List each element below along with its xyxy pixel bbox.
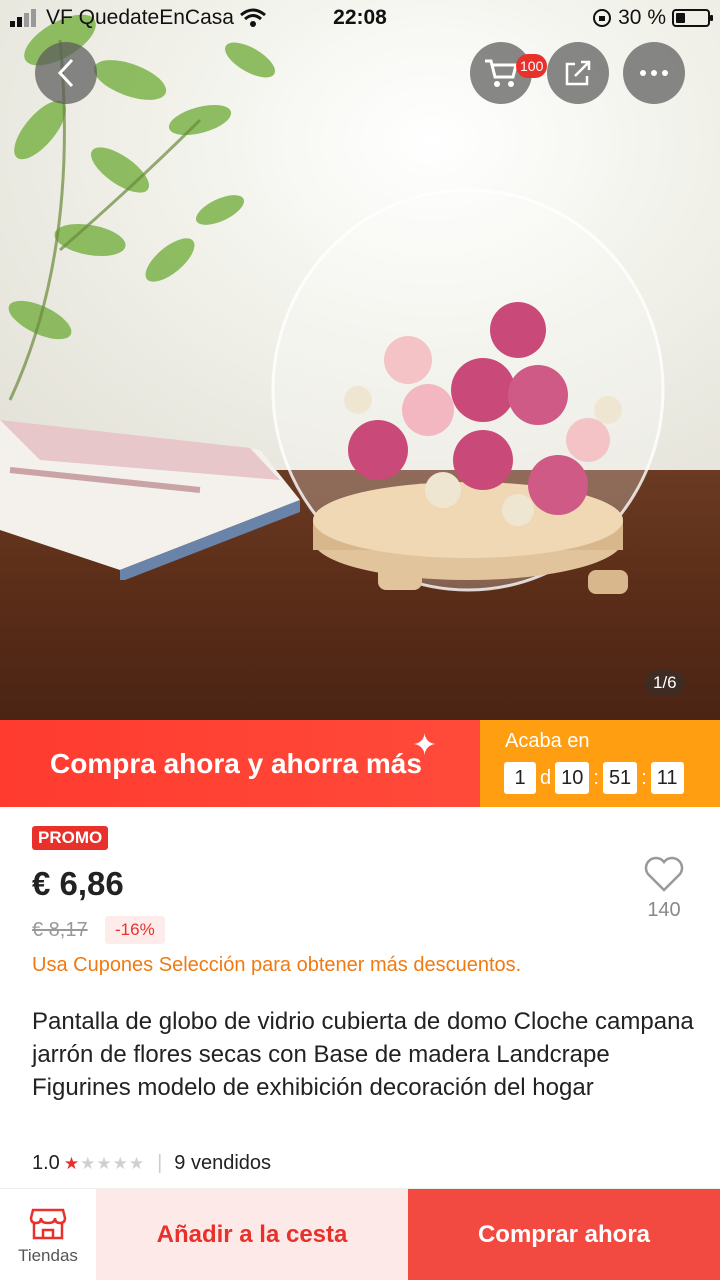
product-image-gallery[interactable] xyxy=(0,0,720,720)
product-title: Pantalla de globo de vidrio cubierta de … xyxy=(32,1008,694,1101)
countdown-day-unit: d xyxy=(540,766,552,789)
status-bar: VF QuedateEnCasa 22:08 30 % xyxy=(0,0,720,38)
star-icon: ★ xyxy=(128,1153,146,1173)
ends-label: Acaba en xyxy=(505,730,590,752)
rating-row[interactable]: 1.0 ★★★★★ | 9 vendidos xyxy=(32,1152,271,1175)
countdown-seconds: 11 xyxy=(650,762,684,794)
buy-now-button[interactable]: Comprar ahora xyxy=(408,1189,720,1280)
back-button[interactable] xyxy=(35,42,97,104)
chevron-left-icon xyxy=(57,58,74,88)
sparkle-icon: ✦ xyxy=(412,729,438,762)
countdown-separator: : xyxy=(593,766,599,789)
book-image xyxy=(0,420,300,580)
star-icon: ★ xyxy=(96,1153,113,1173)
sold-count: 9 vendidos xyxy=(174,1152,272,1174)
glass-dome-image xyxy=(271,188,665,594)
more-options-button[interactable] xyxy=(623,42,685,104)
original-price: € 8,17 xyxy=(32,919,88,941)
orientation-lock-icon xyxy=(593,9,612,27)
battery-percent: 30 % xyxy=(618,6,666,29)
promo-banner[interactable]: Compra ahora y ahorra más ✦ Acaba en 1 d… xyxy=(0,720,720,807)
coupon-link[interactable]: Usa Cupones Selección para obtener más d… xyxy=(32,954,521,977)
rating-value: 1.0 xyxy=(32,1152,60,1174)
add-to-cart-button[interactable]: Añadir a la cesta xyxy=(96,1189,408,1280)
countdown-panel: Acaba en 1 d 10 : 51 : 11 xyxy=(480,720,720,807)
more-dots-icon xyxy=(640,70,668,76)
star-icon: ★ xyxy=(63,1153,81,1173)
share-icon xyxy=(565,60,591,86)
countdown-minutes: 51 xyxy=(602,762,638,794)
stores-label: Tiendas xyxy=(18,1246,78,1265)
bottom-action-bar: Tiendas Añadir a la cesta Comprar ahora xyxy=(0,1188,720,1280)
countdown-separator: : xyxy=(641,766,647,789)
countdown-hours: 10 xyxy=(555,762,590,794)
countdown-timer: 1 d 10 : 51 : 11 xyxy=(504,762,684,794)
promo-tag: PROMO xyxy=(32,826,109,850)
battery-fill xyxy=(676,13,685,23)
heart-icon xyxy=(644,856,684,892)
star-icon: ★ xyxy=(112,1153,129,1173)
share-button[interactable] xyxy=(547,42,609,104)
promo-banner-text: Compra ahora y ahorra más xyxy=(50,747,422,779)
promo-banner-left: Compra ahora y ahorra más ✦ xyxy=(0,720,480,807)
current-price: € 6,86 xyxy=(32,865,124,902)
stores-button[interactable]: Tiendas xyxy=(0,1189,96,1280)
cart-count-badge: 100 xyxy=(516,54,548,78)
rating-stars: ★★★★★ xyxy=(64,1154,145,1174)
store-icon xyxy=(29,1208,67,1240)
star-icon: ★ xyxy=(80,1153,97,1173)
discount-badge: -16% xyxy=(105,916,165,944)
cart-icon xyxy=(485,59,518,87)
battery-icon xyxy=(672,9,713,27)
divider: | xyxy=(157,1152,163,1174)
wishlist-count: 140 xyxy=(647,899,681,921)
countdown-days: 1 xyxy=(504,762,536,794)
wishlist-button[interactable]: 140 xyxy=(636,856,692,922)
image-page-indicator: 1/6 xyxy=(645,670,685,696)
